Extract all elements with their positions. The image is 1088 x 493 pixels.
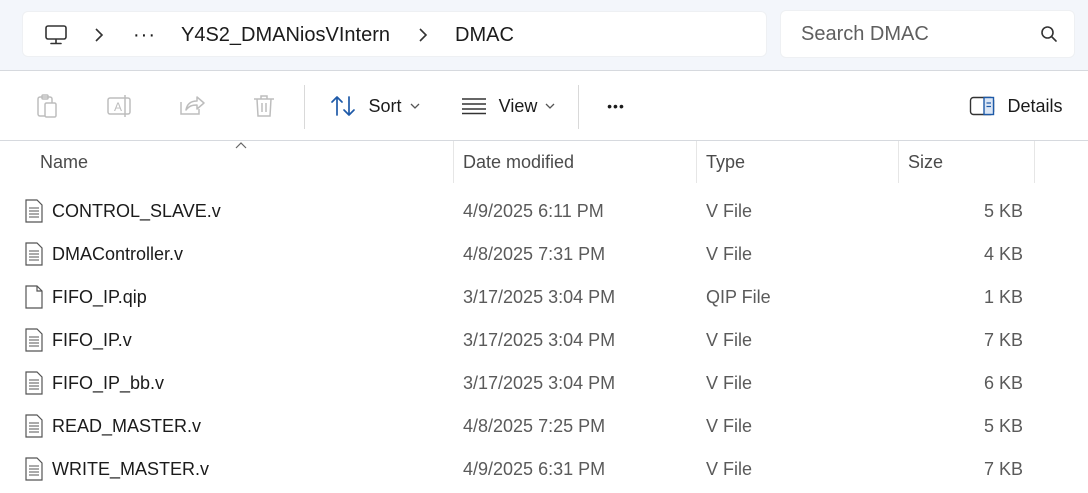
details-pane-icon [970, 96, 995, 116]
paste-button[interactable] [28, 71, 66, 141]
breadcrumb-item-folder[interactable]: Y4S2_DMANiosVIntern [181, 12, 390, 58]
file-row[interactable]: FIFO_IP.qip 3/17/2025 3:04 PM QIP File 1… [0, 276, 1088, 319]
paste-icon [37, 94, 57, 118]
breadcrumb-overflow[interactable]: ··· [133, 12, 156, 58]
file-size: 4 KB [983, 244, 1023, 264]
file-name[interactable]: DMAController.v [52, 233, 183, 276]
toolbar-divider [304, 85, 305, 129]
trash-icon [254, 95, 274, 117]
sort-icon [331, 96, 356, 116]
text-file-icon [25, 328, 43, 352]
file-name[interactable]: FIFO_IP.qip [52, 276, 147, 319]
column-header-type[interactable]: Type [706, 141, 745, 183]
svg-text:A: A [114, 100, 122, 114]
sort-button[interactable]: Sort [320, 71, 430, 141]
file-type: V File [706, 459, 753, 479]
file-row[interactable]: READ_MASTER.v 4/8/2025 7:25 PM V File 5 … [0, 405, 1088, 448]
rename-button[interactable]: A [100, 71, 140, 141]
rename-icon: A [107, 95, 131, 117]
file-type: V File [706, 373, 753, 393]
more-options-button[interactable]: ••• [596, 71, 636, 141]
chevron-down-icon [410, 103, 419, 109]
file-row[interactable]: WRITE_MASTER.v 4/9/2025 6:31 PM V File 7… [0, 448, 1088, 491]
details-pane-button[interactable]: Details [964, 71, 1068, 141]
file-row[interactable]: FIFO_IP_bb.v 3/17/2025 3:04 PM V File 6 … [0, 362, 1088, 405]
file-type: V File [706, 201, 753, 221]
file-row[interactable]: FIFO_IP.v 3/17/2025 3:04 PM V File 7 KB [0, 319, 1088, 362]
this-pc-icon[interactable] [41, 12, 71, 58]
file-row[interactable]: DMAController.v 4/8/2025 7:31 PM V File … [0, 233, 1088, 276]
file-type: V File [706, 244, 753, 264]
file-row[interactable]: CONTROL_SLAVE.v 4/9/2025 6:11 PM V File … [0, 190, 1088, 233]
file-size: 7 KB [983, 330, 1023, 350]
column-header-name[interactable]: Name [40, 141, 88, 183]
delete-button[interactable] [244, 71, 284, 141]
column-header-date[interactable]: Date modified [463, 141, 574, 183]
column-divider[interactable] [696, 141, 697, 183]
file-date: 3/17/2025 3:04 PM [463, 330, 616, 350]
details-label: Details [1007, 95, 1063, 116]
file-size: 6 KB [983, 373, 1023, 393]
file-type: V File [706, 416, 753, 436]
sort-ascending-caret-icon [235, 142, 247, 149]
text-file-icon [25, 199, 43, 223]
search-input[interactable] [801, 11, 1031, 57]
column-divider[interactable] [453, 141, 454, 183]
file-size: 5 KB [983, 416, 1023, 436]
command-bar: A Sort View ••• Details [0, 70, 1088, 141]
file-type: V File [706, 330, 753, 350]
view-label: View [498, 95, 538, 116]
file-name[interactable]: CONTROL_SLAVE.v [52, 190, 221, 233]
file-date: 3/17/2025 3:04 PM [463, 373, 616, 393]
file-name[interactable]: WRITE_MASTER.v [52, 448, 209, 491]
file-type: QIP File [706, 287, 771, 307]
column-header-size[interactable]: Size [908, 141, 943, 183]
address-bar-area: ··· Y4S2_DMANiosVIntern DMAC [0, 0, 1088, 70]
column-divider[interactable] [1034, 141, 1035, 183]
chevron-right-icon[interactable] [413, 12, 433, 58]
share-button[interactable] [172, 71, 212, 141]
text-file-icon [25, 242, 43, 266]
address-bar[interactable]: ··· Y4S2_DMANiosVIntern DMAC [22, 11, 767, 57]
chevron-right-icon[interactable] [89, 12, 109, 58]
sort-label: Sort [368, 95, 402, 116]
toolbar-divider [578, 85, 579, 129]
text-file-icon [25, 414, 43, 438]
blank-file-icon [25, 285, 43, 309]
chevron-down-icon [545, 103, 555, 109]
file-name[interactable]: READ_MASTER.v [52, 405, 201, 448]
share-icon [180, 96, 205, 115]
view-icon [461, 98, 486, 115]
text-file-icon [25, 371, 43, 395]
view-button[interactable]: View [452, 71, 564, 141]
breadcrumb-item-current[interactable]: DMAC [455, 12, 514, 58]
file-date: 4/9/2025 6:11 PM [463, 201, 604, 221]
file-name[interactable]: FIFO_IP_bb.v [52, 362, 164, 405]
file-size: 5 KB [983, 201, 1023, 221]
column-divider[interactable] [898, 141, 899, 183]
text-file-icon [25, 457, 43, 481]
file-size: 7 KB [983, 459, 1023, 479]
file-date: 3/17/2025 3:04 PM [463, 287, 616, 307]
search-box[interactable] [780, 10, 1075, 58]
file-date: 4/8/2025 7:31 PM [463, 244, 606, 264]
file-date: 4/8/2025 7:25 PM [463, 416, 606, 436]
file-size: 1 KB [983, 287, 1023, 307]
file-date: 4/9/2025 6:31 PM [463, 459, 606, 479]
file-name[interactable]: FIFO_IP.v [52, 319, 132, 362]
search-icon[interactable] [1040, 25, 1058, 48]
